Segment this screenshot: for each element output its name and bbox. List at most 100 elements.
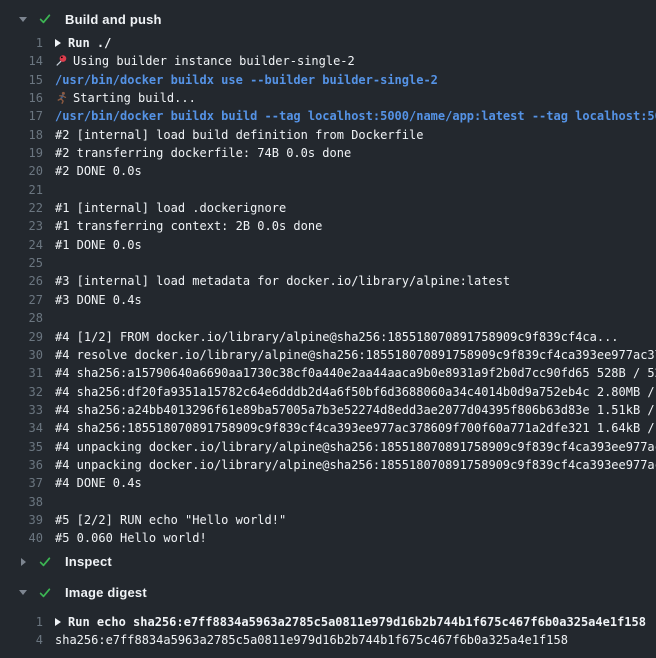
- line-text: [55, 254, 656, 272]
- chevron-down-icon[interactable]: [18, 590, 28, 595]
- line-text: #5 0.060 Hello world!: [55, 529, 656, 547]
- expand-arrow-icon[interactable]: [55, 618, 61, 626]
- line-text: Starting build...: [55, 89, 656, 107]
- log-line: 21: [0, 181, 656, 199]
- line-number[interactable]: 30: [0, 346, 43, 364]
- line-number[interactable]: 20: [0, 162, 43, 180]
- line-text: #1 [internal] load .dockerignore: [55, 199, 656, 217]
- workflow-log: Build and push 1 Run ./ 14 Using builder…: [0, 0, 656, 649]
- line-number[interactable]: 15: [0, 71, 43, 89]
- line-number[interactable]: 27: [0, 291, 43, 309]
- line-number[interactable]: 19: [0, 144, 43, 162]
- line-number[interactable]: 14: [0, 52, 43, 70]
- log-line: 18 #2 [internal] load build definition f…: [0, 126, 656, 144]
- line-text: #4 sha256:185518070891758909c9f839cf4ca3…: [55, 419, 656, 437]
- line-number[interactable]: 26: [0, 272, 43, 290]
- log-line: 17 /usr/bin/docker buildx build --tag lo…: [0, 107, 656, 125]
- pushpin-icon: [55, 54, 68, 67]
- line-text: #5 [2/2] RUN echo "Hello world!": [55, 511, 656, 529]
- line-number[interactable]: 32: [0, 383, 43, 401]
- log-line: 28: [0, 309, 656, 327]
- line-number[interactable]: 24: [0, 236, 43, 254]
- expand-arrow-icon[interactable]: [55, 39, 61, 47]
- line-number[interactable]: 25: [0, 254, 43, 272]
- line-number[interactable]: 1: [0, 34, 43, 52]
- line-number[interactable]: 38: [0, 493, 43, 511]
- line-number[interactable]: 21: [0, 181, 43, 199]
- runner-icon: [55, 91, 68, 104]
- log-line: 15 /usr/bin/docker buildx use --builder …: [0, 71, 656, 89]
- check-icon: [38, 586, 52, 600]
- line-text: #4 unpacking docker.io/library/alpine@sh…: [55, 438, 656, 456]
- check-icon: [38, 555, 52, 569]
- log-line: 23 #1 transferring context: 2B 0.0s done: [0, 217, 656, 235]
- log-section-inspect: Inspect: [0, 552, 656, 572]
- log-line: 22 #1 [internal] load .dockerignore: [0, 199, 656, 217]
- line-number[interactable]: 37: [0, 474, 43, 492]
- line-number[interactable]: 22: [0, 199, 43, 217]
- line-number[interactable]: 35: [0, 438, 43, 456]
- line-number[interactable]: 40: [0, 529, 43, 547]
- section-title: Inspect: [65, 554, 112, 569]
- line-number[interactable]: 17: [0, 107, 43, 125]
- line-number[interactable]: 16: [0, 89, 43, 107]
- line-text: #4 resolve docker.io/library/alpine@sha2…: [55, 346, 656, 364]
- line-text: #2 transferring dockerfile: 74B 0.0s don…: [55, 144, 656, 162]
- line-text: [55, 181, 656, 199]
- section-title: Image digest: [65, 585, 147, 600]
- line-number[interactable]: 18: [0, 126, 43, 144]
- section-header[interactable]: Image digest: [0, 583, 656, 603]
- log-line: 1 Run echo sha256:e7ff8834a5963a2785c5a0…: [0, 613, 656, 631]
- log-line: 33 #4 sha256:a24bb4013296f61e89ba57005a7…: [0, 401, 656, 419]
- line-text: #4 sha256:a15790640a6690aa1730c38cf0a440…: [55, 364, 656, 382]
- line-number[interactable]: 29: [0, 328, 43, 346]
- line-text: [55, 493, 656, 511]
- line-text: #1 transferring context: 2B 0.0s done: [55, 217, 656, 235]
- section-header[interactable]: Build and push: [0, 9, 656, 29]
- log-line: 20 #2 DONE 0.0s: [0, 162, 656, 180]
- log-section-build-and-push: Build and push 1 Run ./ 14 Using builder…: [0, 9, 656, 548]
- log-line: 36 #4 unpacking docker.io/library/alpine…: [0, 456, 656, 474]
- log-section-image-digest: Image digest 1 Run echo sha256:e7ff8834a…: [0, 583, 656, 650]
- log-line: 40 #5 0.060 Hello world!: [0, 529, 656, 547]
- line-number[interactable]: 28: [0, 309, 43, 327]
- log-line: 24 #1 DONE 0.0s: [0, 236, 656, 254]
- log-line: 35 #4 unpacking docker.io/library/alpine…: [0, 438, 656, 456]
- line-text: #3 [internal] load metadata for docker.i…: [55, 272, 656, 290]
- line-number[interactable]: 1: [0, 613, 43, 631]
- log-line: 39 #5 [2/2] RUN echo "Hello world!": [0, 511, 656, 529]
- line-text: #4 DONE 0.4s: [55, 474, 656, 492]
- line-text: #4 unpacking docker.io/library/alpine@sh…: [55, 456, 656, 474]
- line-text: #2 [internal] load build definition from…: [55, 126, 656, 144]
- log-line: 37 #4 DONE 0.4s: [0, 474, 656, 492]
- line-number[interactable]: 31: [0, 364, 43, 382]
- line-number[interactable]: 23: [0, 217, 43, 235]
- line-text: [55, 309, 656, 327]
- line-text: Run echo sha256:e7ff8834a5963a2785c5a081…: [55, 613, 656, 631]
- section-log-lines: 1 Run echo sha256:e7ff8834a5963a2785c5a0…: [0, 613, 656, 650]
- actions-log-viewer: { "colors": { "background": "#23282e", "…: [0, 0, 656, 658]
- log-line: 25: [0, 254, 656, 272]
- line-text: #2 DONE 0.0s: [55, 162, 656, 180]
- section-log-lines: 1 Run ./ 14 Using builder instance build…: [0, 34, 656, 548]
- line-number[interactable]: 33: [0, 401, 43, 419]
- line-text: #1 DONE 0.0s: [55, 236, 656, 254]
- log-line: 32 #4 sha256:df20fa9351a15782c64e6dddb2d…: [0, 383, 656, 401]
- line-text: sha256:e7ff8834a5963a2785c5a0811e979d16b…: [55, 631, 656, 649]
- chevron-right-icon[interactable]: [18, 558, 28, 566]
- check-icon: [38, 12, 52, 26]
- line-text: #3 DONE 0.4s: [55, 291, 656, 309]
- chevron-down-icon[interactable]: [18, 17, 28, 22]
- line-number[interactable]: 36: [0, 456, 43, 474]
- line-text: #4 [1/2] FROM docker.io/library/alpine@s…: [55, 328, 656, 346]
- section-header[interactable]: Inspect: [0, 552, 656, 572]
- line-number[interactable]: 34: [0, 419, 43, 437]
- log-line: 19 #2 transferring dockerfile: 74B 0.0s …: [0, 144, 656, 162]
- log-line: 1 Run ./: [0, 34, 656, 52]
- line-text: #4 sha256:a24bb4013296f61e89ba57005a7b3e…: [55, 401, 656, 419]
- line-text: /usr/bin/docker buildx use --builder bui…: [55, 71, 656, 89]
- line-number[interactable]: 4: [0, 631, 43, 649]
- line-text: Run ./: [55, 34, 656, 52]
- line-number[interactable]: 39: [0, 511, 43, 529]
- log-line: 27 #3 DONE 0.4s: [0, 291, 656, 309]
